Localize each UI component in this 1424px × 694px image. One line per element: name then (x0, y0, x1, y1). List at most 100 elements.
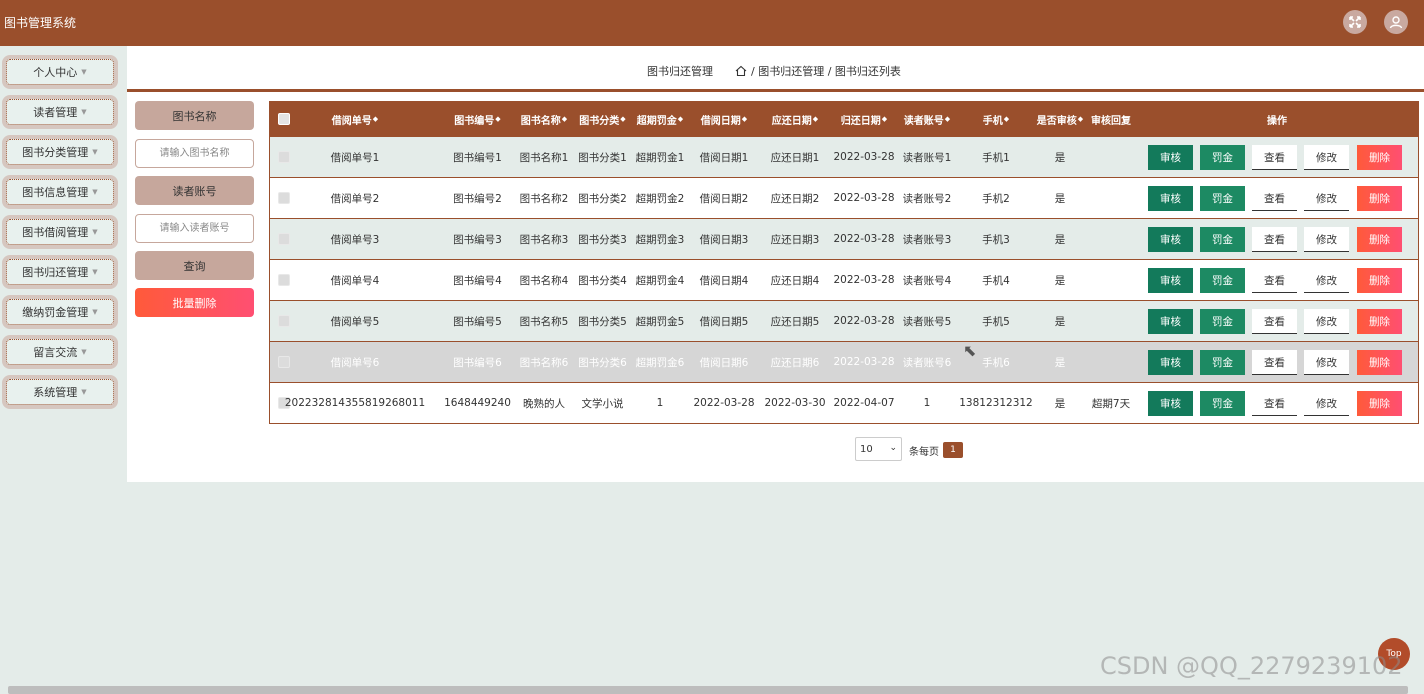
edit-button[interactable]: 修改 (1304, 350, 1349, 375)
delete-button[interactable]: 删除 (1357, 227, 1402, 252)
fine-button[interactable]: 罚金 (1200, 309, 1245, 334)
return-table: 借阅单号 ◆ 图书编号 ◆ 图书名称 ◆ 图书分类 ◆ 超期罚金 ◆ 借阅日期 ◆ 应还日期… (269, 101, 1419, 424)
page-size-select[interactable]: 10 ⌄ (855, 437, 902, 461)
view-button[interactable]: 查看 (1252, 391, 1297, 416)
table-header: 借阅单号 ◆ 图书编号 ◆ 图书名称 ◆ 图书分类 ◆ 超期罚金 ◆ 借阅日期 ◆ 应还日期… (270, 102, 1418, 136)
sidebar-item-label: 图书归还管理 (22, 266, 89, 279)
page-number-current[interactable]: 1 (943, 442, 963, 458)
review-button[interactable]: 审核 (1148, 186, 1193, 211)
column-header[interactable]: 借阅日期 ◆ (688, 102, 760, 136)
cell-phone: 手机4 (982, 274, 1010, 287)
fine-button[interactable]: 罚金 (1200, 227, 1245, 252)
view-button[interactable]: 查看 (1252, 186, 1297, 211)
table-row[interactable]: 借阅单号4 图书编号4 图书名称4 图书分类4 超期罚金4 借阅日期4 应还日期4 2022-… (270, 259, 1418, 300)
row-checkbox[interactable] (278, 151, 290, 163)
delete-button[interactable]: 删除 (1357, 145, 1402, 170)
column-header[interactable]: 图书分类 ◆ (573, 102, 632, 136)
column-header[interactable]: 应还日期 ◆ (760, 102, 830, 136)
select-all-checkbox[interactable] (278, 113, 290, 125)
sidebar-item-messages[interactable]: 留言交流 ▼ (2, 335, 118, 369)
review-button[interactable]: 审核 (1148, 350, 1193, 375)
edit-button[interactable]: 修改 (1304, 227, 1349, 252)
view-button[interactable]: 查看 (1252, 309, 1297, 334)
sidebar-item-personal-center[interactable]: 个人中心 ▼ (2, 55, 118, 89)
review-button[interactable]: 审核 (1148, 145, 1193, 170)
view-button[interactable]: 查看 (1252, 268, 1297, 293)
edit-button[interactable]: 修改 (1304, 145, 1349, 170)
cell-due-date: 应还日期1 (770, 151, 820, 164)
caret-down-icon: ▼ (92, 228, 98, 236)
cell-phone: 手机3 (982, 233, 1010, 246)
edit-button[interactable]: 修改 (1304, 186, 1349, 211)
horizontal-scrollbar[interactable] (8, 686, 1408, 694)
table-row[interactable]: 借阅单号6 图书编号6 图书名称6 图书分类6 超期罚金6 借阅日期6 应还日期6 2022-… (270, 341, 1418, 382)
sidebar-item-readers[interactable]: 读者管理 ▼ (2, 95, 118, 129)
home-icon[interactable] (735, 65, 747, 77)
cell-category: 图书分类1 (578, 151, 627, 164)
column-header[interactable]: 超期罚金 ◆ (632, 102, 688, 136)
fine-button[interactable]: 罚金 (1200, 186, 1245, 211)
column-header: 审核回复 (1091, 115, 1131, 127)
row-checkbox[interactable] (278, 315, 290, 327)
sidebar-item-label: 图书信息管理 (22, 186, 89, 199)
delete-button[interactable]: 删除 (1357, 186, 1402, 211)
sidebar-item-return[interactable]: 图书归还管理 ▼ (2, 255, 118, 289)
review-button[interactable]: 审核 (1148, 309, 1193, 334)
sort-icon: ◆ (812, 115, 819, 123)
table-row[interactable]: 借阅单号2 图书编号2 图书名称2 图书分类2 超期罚金2 借阅日期2 应还日期2 2022-… (270, 177, 1418, 218)
table-row[interactable]: 借阅单号1 图书编号1 图书名称1 图书分类1 超期罚金1 借阅日期1 应还日期1 2022-… (270, 136, 1418, 177)
reader-account-input[interactable] (135, 214, 254, 243)
cell-category: 文学小说 (581, 397, 624, 410)
sidebar-item-borrow[interactable]: 图书借阅管理 ▼ (2, 215, 118, 249)
column-header[interactable]: 借阅单号 ◆ (300, 102, 410, 136)
fine-button[interactable]: 罚金 (1200, 350, 1245, 375)
sidebar-item-book-info[interactable]: 图书信息管理 ▼ (2, 175, 118, 209)
sort-icon: ◆ (677, 115, 684, 123)
delete-button[interactable]: 删除 (1357, 350, 1402, 375)
delete-button[interactable]: 删除 (1357, 309, 1402, 334)
delete-button[interactable]: 删除 (1357, 268, 1402, 293)
edit-button[interactable]: 修改 (1304, 391, 1349, 416)
main-content: 图书归还管理 / 图书归还管理 / 图书归还列表 图书名称 读者账号 查询 批量… (127, 46, 1424, 482)
cell-reader: 读者账号6 (902, 356, 952, 369)
column-header[interactable]: 是否审核 ◆ (1032, 102, 1088, 136)
review-button[interactable]: 审核 (1148, 268, 1193, 293)
column-header[interactable]: 手机 ◆ (956, 102, 1036, 136)
batch-delete-button[interactable]: 批量删除 (135, 288, 254, 317)
sort-icon: ◆ (944, 115, 951, 123)
edit-button[interactable]: 修改 (1304, 268, 1349, 293)
sidebar-item-book-category[interactable]: 图书分类管理 ▼ (2, 135, 118, 169)
row-checkbox[interactable] (278, 356, 290, 368)
row-checkbox[interactable] (278, 233, 290, 245)
sidebar-item-fines[interactable]: 缴纳罚金管理 ▼ (2, 295, 118, 329)
table-row[interactable]: 2022328143558192680​11 1648449240 晚熟的人 文学小说… (270, 382, 1418, 423)
table-row[interactable]: 借阅单号5 图书编号5 图书名称5 图书分类5 超期罚金5 借阅日期5 应还日期5 2022-… (270, 300, 1418, 341)
review-button[interactable]: 审核 (1148, 227, 1193, 252)
column-header[interactable]: 归还日期 ◆ (830, 102, 898, 136)
sidebar-item-label: 读者管理 (33, 106, 78, 119)
breadcrumb-path[interactable]: / 图书归还管理 / 图书归还列表 (751, 63, 901, 79)
fine-button[interactable]: 罚金 (1200, 145, 1245, 170)
breadcrumb-bar: 图书归还管理 / 图书归还管理 / 图书归还列表 (127, 46, 1424, 92)
column-header[interactable]: 读者账号 ◆ (898, 102, 956, 136)
query-button[interactable]: 查询 (135, 251, 254, 280)
table-row[interactable]: 借阅单号3 图书编号3 图书名称3 图书分类3 超期罚金3 借阅日期3 应还日期3 2022-… (270, 218, 1418, 259)
fine-button[interactable]: 罚金 (1200, 268, 1245, 293)
user-icon[interactable] (1384, 10, 1408, 34)
cell-book-name: 晚熟的人 (523, 397, 565, 410)
review-button[interactable]: 审核 (1148, 391, 1193, 416)
sidebar-item-system[interactable]: 系统管理 ▼ (2, 375, 118, 409)
sidebar-item-label: 图书借阅管理 (22, 226, 89, 239)
column-header[interactable]: 图书名称 ◆ (515, 102, 573, 136)
row-checkbox[interactable] (278, 192, 290, 204)
row-checkbox[interactable] (278, 274, 290, 286)
view-button[interactable]: 查看 (1252, 350, 1297, 375)
fullscreen-icon[interactable] (1343, 10, 1367, 34)
view-button[interactable]: 查看 (1252, 227, 1297, 252)
view-button[interactable]: 查看 (1252, 145, 1297, 170)
fine-button[interactable]: 罚金 (1200, 391, 1245, 416)
book-name-input[interactable] (135, 139, 254, 168)
column-header[interactable]: 图书编号 ◆ (440, 102, 515, 136)
edit-button[interactable]: 修改 (1304, 309, 1349, 334)
delete-button[interactable]: 删除 (1357, 391, 1402, 416)
